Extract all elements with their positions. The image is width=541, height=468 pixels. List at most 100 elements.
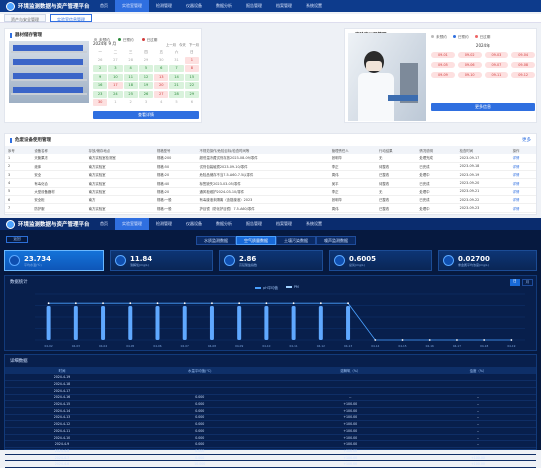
calendar-day[interactable]: 1 — [184, 56, 199, 64]
calendar-day[interactable]: 3 — [139, 99, 153, 106]
schedule-pill[interactable]: 09-02 — [457, 52, 482, 58]
chart-point[interactable] — [456, 339, 458, 341]
chart-point[interactable] — [265, 302, 268, 305]
chart-point[interactable] — [319, 302, 322, 305]
schedule-pill[interactable]: 09-01 — [431, 52, 455, 58]
calendar-day[interactable]: 2 — [124, 99, 138, 106]
detail-link[interactable]: 详情 — [509, 203, 536, 213]
chart-bar[interactable] — [237, 305, 242, 340]
calendar-day[interactable]: 10 — [108, 73, 123, 81]
menu-item-device[interactable]: 仪器设备 — [179, 0, 209, 12]
calendar-day[interactable]: 6 — [154, 65, 169, 72]
detail-link[interactable]: 详情 — [509, 162, 536, 171]
calendar-day[interactable]: 18 — [123, 82, 138, 89]
menu-item-analysis[interactable]: 数据分析 — [209, 0, 239, 12]
detail-link[interactable]: 详情 — [509, 187, 536, 197]
schedule-pill[interactable]: 09-04 — [511, 52, 535, 58]
calendar-day[interactable]: 23 — [93, 90, 108, 98]
calendar-day[interactable]: 26 — [138, 90, 154, 98]
calendar-day[interactable]: 3 — [108, 65, 123, 72]
calendar-day[interactable]: 27 — [154, 90, 169, 98]
view-detail-button[interactable]: 查看详情 — [93, 111, 199, 119]
schedule-pill[interactable]: 09-06 — [457, 62, 482, 68]
menu-item-lab[interactable]: 实验室管理 — [115, 0, 149, 12]
calendar-day[interactable]: 15 — [184, 73, 199, 81]
chart-point[interactable] — [428, 339, 431, 341]
dash-menu-device[interactable]: 仪器设备 — [179, 218, 209, 230]
today-button[interactable]: 今天 — [179, 42, 186, 47]
calendar-day[interactable]: 4 — [123, 65, 138, 72]
schedule-pill[interactable]: 09-11 — [484, 72, 509, 78]
calendar-day[interactable]: 20 — [154, 82, 169, 89]
dash-menu-home[interactable]: 首页 — [93, 218, 115, 230]
calendar-day[interactable]: 21 — [169, 82, 184, 89]
schedule-pill[interactable]: 09-05 — [431, 62, 455, 68]
back-button[interactable]: 返回 — [6, 236, 28, 243]
tab-lab-info[interactable]: 实验室信息管理 — [50, 14, 92, 22]
schedule-pill[interactable]: 09-12 — [511, 72, 535, 78]
calendar-day[interactable]: 12 — [138, 73, 154, 81]
calendar-day[interactable]: 30 — [93, 99, 108, 106]
chart-point[interactable] — [183, 302, 186, 305]
chart-bar[interactable] — [291, 305, 296, 340]
chart-point[interactable] — [102, 302, 104, 305]
tab-air[interactable]: 空气质量数据 — [236, 236, 276, 245]
chart-point[interactable] — [347, 302, 349, 305]
calendar-day[interactable]: 7 — [169, 65, 184, 72]
tab-soil[interactable]: 土壤污染数据 — [276, 236, 316, 245]
detail-link[interactable]: 详情 — [509, 154, 536, 163]
dash-menu-lab[interactable]: 实验室管理 — [115, 218, 149, 230]
tab-asset[interactable]: 资产与安全管理 — [4, 14, 46, 22]
chart-bar[interactable] — [346, 305, 351, 340]
dash-menu-report[interactable]: 报告管理 — [239, 218, 269, 230]
chart-bar[interactable] — [128, 305, 133, 340]
chart-point[interactable] — [292, 302, 295, 305]
chart-bar[interactable] — [209, 305, 214, 340]
schedule-pill[interactable]: 09-08 — [511, 62, 535, 68]
calendar-day[interactable]: 11 — [123, 73, 138, 81]
calendar-day[interactable]: 24 — [108, 90, 123, 98]
chart-point[interactable] — [211, 302, 213, 305]
schedule-pill[interactable]: 09-10 — [457, 72, 482, 78]
chart-bar[interactable] — [318, 305, 323, 340]
calendar-day[interactable]: 4 — [154, 99, 168, 106]
calendar-day[interactable]: 6 — [185, 99, 199, 106]
prev-month-button[interactable]: 上一月 — [166, 42, 176, 47]
chart-point[interactable] — [401, 339, 404, 341]
chart-point[interactable] — [374, 339, 377, 341]
chart-point[interactable] — [156, 302, 159, 305]
next-month-button[interactable]: 下一月 — [189, 42, 199, 47]
chart-bar[interactable] — [182, 305, 187, 340]
calendar-day[interactable]: 28 — [169, 90, 184, 98]
calendar-day[interactable]: 25 — [123, 90, 138, 98]
menu-item-test[interactable]: 检测管理 — [149, 0, 179, 12]
chart-bar[interactable] — [101, 305, 106, 340]
calendar-day[interactable]: 13 — [154, 73, 169, 81]
dash-menu-settings[interactable]: 系统设置 — [299, 218, 329, 230]
calendar-day[interactable]: 17 — [108, 82, 123, 89]
calendar-day[interactable]: 28 — [124, 57, 138, 64]
calendar-day[interactable]: 1 — [108, 99, 122, 106]
menu-item-home[interactable]: 首页 — [93, 0, 115, 12]
chart-point[interactable] — [129, 302, 132, 305]
menu-item-report[interactable]: 报告管理 — [239, 0, 269, 12]
chart-point[interactable] — [47, 302, 50, 305]
schedule-pill[interactable]: 09-03 — [484, 52, 509, 58]
calendar-day[interactable]: 22 — [184, 82, 199, 89]
chart-point[interactable] — [238, 302, 241, 305]
detail-link[interactable]: 详情 — [509, 195, 536, 205]
calendar-day[interactable]: 8 — [184, 65, 199, 72]
chart-point[interactable] — [510, 339, 513, 341]
schedule-pill[interactable]: 09-09 — [431, 72, 455, 78]
dash-menu-analysis[interactable]: 数据分析 — [209, 218, 239, 230]
tab-water[interactable]: 水质监测数据 — [196, 236, 236, 245]
calendar-day[interactable]: 27 — [108, 57, 122, 64]
chart-point[interactable] — [74, 302, 77, 305]
chart-bar[interactable] — [155, 305, 160, 340]
detail-link[interactable]: 详情 — [509, 170, 536, 180]
calendar-day[interactable]: 19 — [138, 82, 154, 89]
calendar-day[interactable]: 5 — [138, 65, 154, 72]
detail-link[interactable]: 详情 — [509, 178, 536, 188]
calendar-day[interactable]: 26 — [93, 57, 107, 64]
calendar-day[interactable]: 16 — [93, 82, 108, 89]
